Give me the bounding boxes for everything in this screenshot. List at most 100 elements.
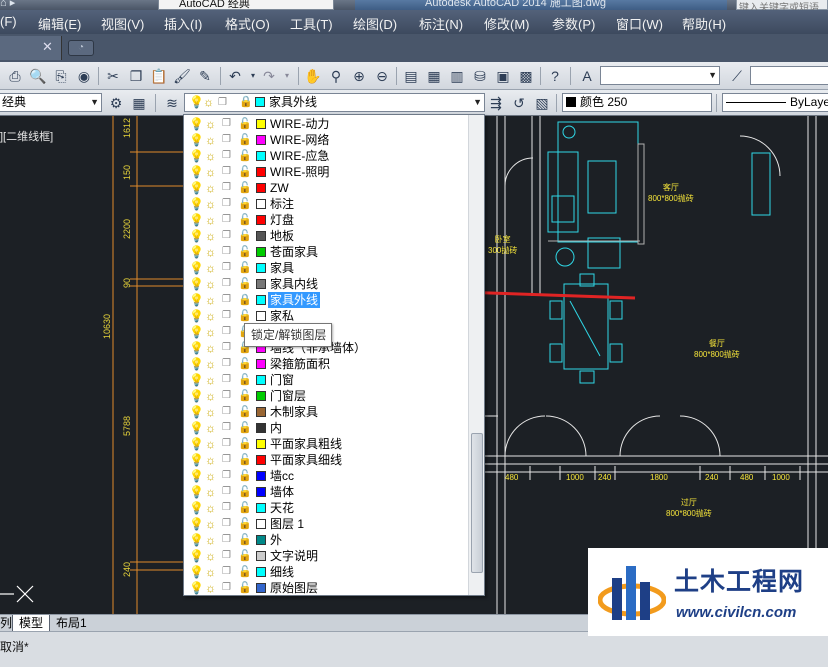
bulb-icon[interactable]: 💡	[189, 389, 204, 403]
layer-row[interactable]: 💡 ☼ ❐ 🔓 门窗	[184, 372, 468, 388]
layer-row[interactable]: 💡 ☼ ❐ 🔓 木制家具	[184, 404, 468, 420]
dimension-style-icon[interactable]: ⟋	[728, 67, 746, 85]
scroll-down-icon[interactable]	[469, 581, 484, 595]
sun-icon[interactable]: ☼	[204, 517, 217, 531]
layer-row[interactable]: 💡 ☼ ❐ 🔓 标注	[184, 196, 468, 212]
layer-row[interactable]: 💡 ☼ ❐ 🔓 天花	[184, 500, 468, 516]
layer-row[interactable]: 💡 ☼ ❐ 🔓 平面家具粗线	[184, 436, 468, 452]
markup-icon[interactable]: ▣	[494, 67, 512, 85]
sun-icon[interactable]: ☼	[204, 261, 217, 275]
viewport-freeze-icon[interactable]: ❐	[220, 437, 233, 451]
viewport-freeze-icon[interactable]: ❐	[220, 485, 233, 499]
sun-icon[interactable]: ☼	[204, 549, 217, 563]
sun-icon[interactable]: ☼	[204, 453, 217, 467]
bulb-icon[interactable]: 💡	[189, 261, 204, 275]
viewport-freeze-icon[interactable]: ❐	[220, 389, 233, 403]
scroll-thumb[interactable]	[471, 433, 483, 573]
layer-row[interactable]: 💡 ☼ ❐ 🔓 WIRE-照明	[184, 164, 468, 180]
viewport-freeze-icon[interactable]: ❐	[220, 421, 233, 435]
workspace-settings-icon[interactable]: ▦	[130, 94, 148, 112]
document-tab[interactable]: ✕	[0, 36, 62, 60]
layer-row[interactable]: 💡 ☼ ❐ 🔒 家具外线	[184, 292, 468, 308]
bulb-icon[interactable]: 💡	[189, 341, 204, 355]
scrollbar[interactable]	[468, 115, 484, 595]
workspace-select[interactable]: 经典 ▼	[0, 93, 102, 112]
layer-row[interactable]: 💡 ☼ ❐ 🔓 墙cc	[184, 468, 468, 484]
unlock-icon[interactable]: 🔓	[238, 181, 252, 195]
bulb-icon[interactable]: 💡	[189, 437, 204, 451]
sun-icon[interactable]: ☼	[204, 565, 217, 579]
bulb-icon[interactable]: 💡	[189, 517, 204, 531]
layer-row[interactable]: 💡 ☼ ❐ 🔓 WIRE-动力	[184, 116, 468, 132]
sun-icon[interactable]: ☼	[204, 325, 217, 339]
bulb-icon[interactable]: 💡	[189, 581, 204, 595]
viewport-freeze-icon[interactable]: ❐	[220, 181, 233, 195]
help-icon[interactable]: ?	[546, 67, 564, 85]
bulb-icon[interactable]: 💡	[189, 149, 204, 163]
layer-row[interactable]: 💡 ☼ ❐ 🔓 WIRE-网络	[184, 132, 468, 148]
copy-icon[interactable]: ❐	[127, 67, 145, 85]
menu-file[interactable]: (F)	[0, 14, 17, 29]
tab-layout1[interactable]: 布局1	[50, 615, 93, 632]
match-properties-icon[interactable]: 🖌	[173, 67, 191, 85]
bulb-icon[interactable]: 💡	[189, 117, 204, 131]
viewport-freeze-icon[interactable]: ❐	[220, 533, 233, 547]
unlock-icon[interactable]: 🔓	[238, 309, 252, 323]
make-current-layer-icon[interactable]: ⇶	[487, 94, 505, 112]
menu-edit[interactable]: 编辑(E)	[38, 14, 81, 33]
viewport-freeze-icon[interactable]: ❐	[220, 213, 233, 227]
menu-format[interactable]: 格式(O)	[225, 14, 270, 33]
menu-tools[interactable]: 工具(T)	[290, 14, 333, 33]
layer-row[interactable]: 💡 ☼ ❐ 🔓 家私	[184, 308, 468, 324]
calculator-icon[interactable]: ▩	[517, 67, 535, 85]
bulb-icon[interactable]: 💡	[189, 373, 204, 387]
menu-dimension[interactable]: 标注(N)	[419, 14, 463, 33]
layer-row[interactable]: 💡 ☼ ❐ 🔓 内	[184, 420, 468, 436]
viewport-freeze-icon[interactable]: ❐	[220, 549, 233, 563]
bulb-icon[interactable]: 💡	[189, 293, 204, 307]
sun-icon[interactable]: ☼	[204, 389, 217, 403]
menu-help[interactable]: 帮助(H)	[682, 14, 726, 33]
sun-icon[interactable]: ☼	[204, 245, 217, 259]
viewport-freeze-icon[interactable]: ❐	[220, 325, 233, 339]
viewport-freeze-icon[interactable]: ❐	[220, 501, 233, 515]
gear-icon[interactable]: ⚙	[107, 94, 125, 112]
sun-icon[interactable]: ☼	[204, 197, 217, 211]
layer-row[interactable]: 💡 ☼ ❐ 🔓 ZW	[184, 180, 468, 196]
layer-row[interactable]: 💡 ☼ ❐ 🔓 门窗层	[184, 388, 468, 404]
print-preview-icon[interactable]: 🔍	[29, 67, 47, 85]
viewport-freeze-icon[interactable]: ❐	[220, 293, 233, 307]
layer-properties-icon[interactable]: ≋	[163, 94, 181, 112]
viewport-freeze-icon[interactable]: ❐	[220, 277, 233, 291]
layer-row[interactable]: 💡 ☼ ❐ 🔓 WIRE-应急	[184, 148, 468, 164]
sun-icon[interactable]: ☼	[204, 149, 217, 163]
layer-row[interactable]: 💡 ☼ ❐ 🔓 梁箍筋面积	[184, 356, 468, 372]
unlock-icon[interactable]: 🔓	[238, 453, 252, 467]
viewport-freeze-icon[interactable]: ❐	[220, 245, 233, 259]
lock-icon[interactable]: 🔒	[238, 293, 252, 307]
viewport-freeze-icon[interactable]: ❐	[220, 517, 233, 531]
unlock-icon[interactable]: 🔓	[238, 229, 252, 243]
unlock-icon[interactable]: 🔓	[238, 581, 252, 595]
publish-icon[interactable]: ⎘	[52, 67, 70, 85]
unlock-icon[interactable]: 🔓	[238, 149, 252, 163]
menu-window[interactable]: 窗口(W)	[616, 14, 663, 33]
unlock-icon[interactable]: 🔓	[238, 501, 252, 515]
layer-row[interactable]: 💡 ☼ ❐ 🔓 墙体	[184, 484, 468, 500]
layer-row[interactable]: 💡 ☼ ❐ 🔓 外	[184, 532, 468, 548]
bulb-icon[interactable]: 💡	[189, 469, 204, 483]
layer-row[interactable]: 💡 ☼ ❐ 🔓 地板	[184, 228, 468, 244]
sun-icon[interactable]: ☼	[204, 469, 217, 483]
viewport-freeze-icon[interactable]: ❐	[220, 341, 233, 355]
bulb-icon[interactable]: 💡	[189, 405, 204, 419]
unlock-icon[interactable]: 🔓	[238, 389, 252, 403]
viewport-freeze-icon[interactable]: ❐	[220, 357, 233, 371]
viewport-freeze-icon[interactable]: ❐	[220, 197, 233, 211]
bulb-icon[interactable]: 💡	[189, 181, 204, 195]
unlock-icon[interactable]: 🔓	[238, 517, 252, 531]
sun-icon[interactable]: ☼	[204, 485, 217, 499]
bulb-icon[interactable]: 💡	[189, 213, 204, 227]
zoom-previous-icon[interactable]: ⊖	[373, 67, 391, 85]
menu-insert[interactable]: 插入(I)	[164, 14, 202, 33]
bulb-icon[interactable]: 💡	[189, 245, 204, 259]
